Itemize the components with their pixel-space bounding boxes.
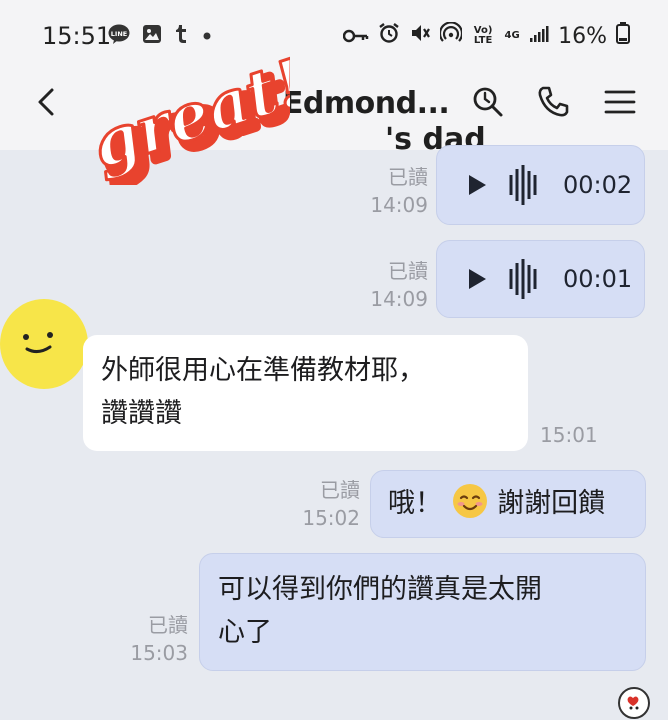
key-icon xyxy=(342,24,369,49)
contact-avatar[interactable] xyxy=(0,299,88,389)
waveform-icon xyxy=(509,165,537,205)
4g-icon: 4G xyxy=(504,30,520,41)
message-meta: 已讀 15:02 xyxy=(280,476,360,532)
message-text-line: 心了 xyxy=(218,617,272,648)
status-right-icons: Vo) LTE 4G 16% xyxy=(342,21,630,50)
message-time: 14:09 xyxy=(370,193,428,217)
message-text-line: 可以得到你們的讚真是太開 xyxy=(218,574,542,605)
message-text: 謝謝回饋 xyxy=(497,488,606,519)
message-time: 15:01 xyxy=(540,423,598,447)
incoming-message-bubble[interactable]: 外師很用心在準備教材耶， 讚讚讚 xyxy=(83,335,528,451)
smiley-face-icon xyxy=(23,332,53,354)
svg-text:LINE: LINE xyxy=(111,30,127,38)
message-text: 哦！ xyxy=(388,488,442,519)
outgoing-message-bubble[interactable]: 哦！ 謝謝回饋 xyxy=(370,470,646,538)
read-receipt: 已讀 xyxy=(388,165,428,189)
message-meta: 已讀 15:03 xyxy=(108,611,188,667)
read-receipt: 已讀 xyxy=(148,613,188,637)
phone-icon xyxy=(538,86,569,117)
message-text-line: 外師很用心在準備教材耶， xyxy=(101,355,425,386)
search-icon xyxy=(473,87,503,117)
battery-icon xyxy=(616,22,630,50)
message-time: 14:09 xyxy=(370,287,428,311)
voice-duration: 00:01 xyxy=(563,265,633,293)
great-sticker: great! great! xyxy=(80,40,327,195)
mute-icon xyxy=(409,22,431,50)
read-receipt: 已讀 xyxy=(320,478,360,502)
smiling-face-emoji-icon xyxy=(452,484,487,518)
message-time: 15:02 xyxy=(302,506,360,530)
chat-title: .Edmond... xyxy=(272,86,450,121)
outgoing-message-bubble[interactable]: 可以得到你們的讚真是太開 心了 xyxy=(199,553,646,671)
read-receipt: 已讀 xyxy=(388,259,428,283)
battery-percent: 16% xyxy=(558,23,607,49)
message-text-line: 讚讚讚 xyxy=(101,398,182,429)
volte-icon: Vo) LTE xyxy=(473,25,493,46)
voice-duration: 00:02 xyxy=(563,171,633,199)
play-icon[interactable] xyxy=(467,268,487,290)
message-time: 15:03 xyxy=(130,641,188,665)
alarm-icon xyxy=(378,22,400,50)
hotspot-icon xyxy=(439,21,464,50)
menu-button[interactable] xyxy=(602,84,638,120)
hamburger-menu-icon xyxy=(604,90,636,114)
voice-message-bubble[interactable]: 00:01 xyxy=(436,240,645,318)
back-button[interactable] xyxy=(30,84,66,120)
search-button[interactable] xyxy=(470,84,506,120)
call-button[interactable] xyxy=(535,84,571,120)
message-meta: 已讀 14:09 xyxy=(340,257,428,313)
message-meta: 已讀 14:09 xyxy=(340,163,428,219)
back-arrow-icon xyxy=(38,88,54,116)
sticker-shortcut-icon[interactable] xyxy=(618,687,650,719)
play-icon[interactable] xyxy=(467,174,487,196)
waveform-icon xyxy=(509,259,537,299)
signal-icon xyxy=(529,24,549,49)
voice-message-bubble[interactable]: 00:02 xyxy=(436,145,645,225)
